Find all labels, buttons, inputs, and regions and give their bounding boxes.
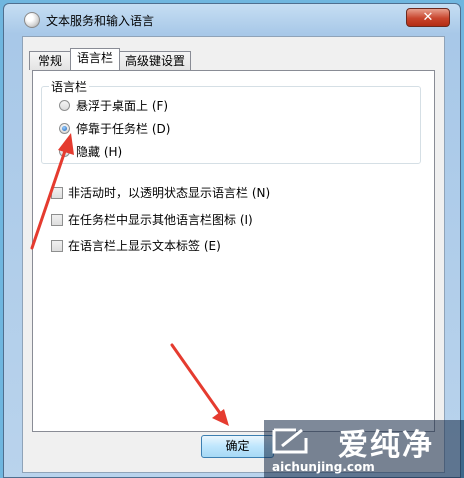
- radio-label: 悬浮于桌面上 (F): [76, 99, 169, 113]
- watermark-text: 爱纯净: [338, 428, 434, 463]
- checkbox-label: 在语言栏上显示文本标签 (E): [68, 239, 221, 253]
- watermark: 爱纯净 aichunjing.com: [264, 420, 464, 478]
- tab-general[interactable]: 常规: [29, 51, 71, 70]
- language-bar-group: 语言栏 悬浮于桌面上 (F) 停靠于任务栏 (D) 隐藏 (H): [41, 78, 421, 164]
- radio-button[interactable]: [59, 146, 70, 157]
- radio-button-selected[interactable]: [59, 123, 70, 134]
- tab-language-bar[interactable]: 语言栏: [70, 48, 120, 70]
- watermark-logo-icon: [272, 428, 308, 454]
- radio-dock-taskbar[interactable]: 停靠于任务栏 (D): [59, 120, 170, 137]
- checkbox[interactable]: [51, 239, 63, 252]
- radio-float-desktop[interactable]: 悬浮于桌面上 (F): [59, 97, 168, 114]
- group-title: 语言栏: [49, 78, 90, 95]
- radio-button[interactable]: [59, 100, 70, 111]
- tab-panel: 语言栏 悬浮于桌面上 (F) 停靠于任务栏 (D) 隐藏 (H) 非活动时，以透…: [32, 70, 435, 432]
- checkbox-transparent-inactive[interactable]: 非活动时，以透明状态显示语言栏 (N): [51, 184, 270, 201]
- tab-advanced-key-settings[interactable]: 高级键设置: [119, 51, 191, 70]
- checkbox-text-labels[interactable]: 在语言栏上显示文本标签 (E): [51, 237, 221, 254]
- checkbox-label: 非活动时，以透明状态显示语言栏 (N): [68, 186, 271, 200]
- checkbox[interactable]: [51, 213, 63, 226]
- window-title: 文本服务和输入语言: [46, 14, 155, 28]
- dialog-window: 文本服务和输入语言 ✕ 常规 语言栏 高级键设置 语言栏 悬浮于桌面上 (F) …: [3, 3, 461, 478]
- dialog-client: 常规 语言栏 高级键设置 语言栏 悬浮于桌面上 (F) 停靠于任务栏 (D) 隐…: [22, 36, 445, 473]
- radio-hidden[interactable]: 隐藏 (H): [59, 143, 122, 160]
- radio-label: 隐藏 (H): [76, 145, 123, 159]
- watermark-url: aichunjing.com: [272, 460, 375, 474]
- checkbox[interactable]: [51, 186, 63, 199]
- title-bar[interactable]: 文本服务和输入语言 ✕: [4, 4, 460, 36]
- app-icon: [24, 12, 40, 28]
- close-button[interactable]: ✕: [406, 8, 450, 27]
- radio-label: 停靠于任务栏 (D): [76, 122, 171, 136]
- checkbox-label: 在任务栏中显示其他语言栏图标 (I): [68, 213, 253, 227]
- checkbox-show-extra-icons[interactable]: 在任务栏中显示其他语言栏图标 (I): [51, 211, 253, 228]
